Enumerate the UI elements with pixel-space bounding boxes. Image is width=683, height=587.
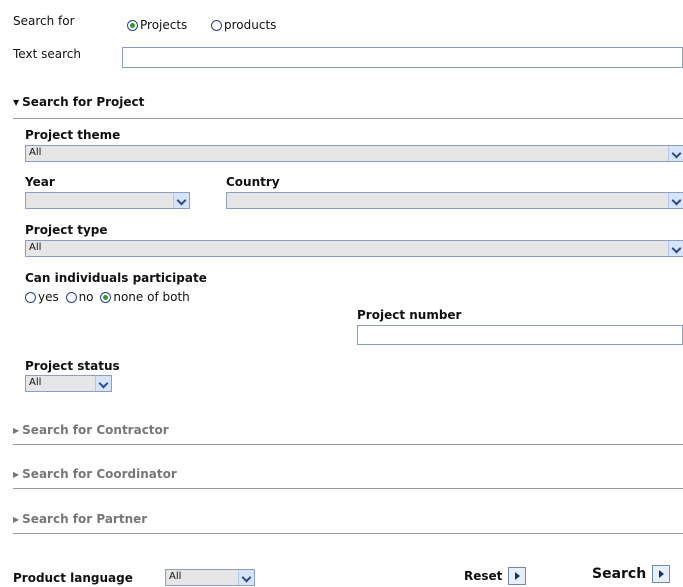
reset-label: Reset — [464, 569, 503, 583]
project-status-value: All — [29, 377, 42, 388]
radio-projects[interactable] — [127, 20, 138, 31]
section-title-coordinator: Search for Coordinator — [22, 467, 177, 481]
section-title-project: Search for Project — [22, 95, 145, 109]
section-header-project[interactable]: ▼ Search for Project — [13, 95, 144, 109]
project-status-label: Project status — [25, 359, 120, 373]
radio-yes[interactable] — [25, 292, 36, 303]
search-for-projects-option[interactable]: Projects — [127, 18, 187, 32]
year-label: Year — [25, 175, 55, 189]
triangle-right-icon: ▶ — [13, 515, 20, 524]
divider — [13, 444, 683, 445]
project-status-select[interactable]: All — [25, 375, 112, 392]
chevron-down-icon[interactable] — [95, 376, 111, 391]
project-type-value: All — [29, 242, 42, 253]
product-language-select[interactable]: All — [165, 569, 255, 586]
participate-no-label: no — [78, 290, 94, 304]
triangle-right-icon: ▶ — [13, 470, 20, 479]
section-title-contractor: Search for Contractor — [22, 423, 169, 437]
search-button[interactable]: Search — [592, 565, 671, 583]
participate-none-label: none of both — [113, 290, 190, 304]
project-type-select[interactable]: All — [25, 240, 683, 257]
search-label: Search — [592, 566, 647, 582]
radio-no[interactable] — [65, 292, 77, 303]
section-title-partner: Search for Partner — [22, 512, 148, 526]
section-header-contractor[interactable]: ▶ Search for Contractor — [13, 423, 169, 437]
country-label: Country — [226, 175, 280, 189]
text-search-input[interactable] — [122, 47, 683, 68]
chevron-down-icon[interactable] — [668, 146, 683, 161]
projects-option-label: Projects — [140, 18, 188, 32]
project-number-label: Project number — [357, 308, 462, 322]
project-number-input[interactable] — [357, 325, 683, 345]
participate-option-no[interactable]: no — [65, 290, 94, 304]
search-for-products-option[interactable]: products — [211, 18, 276, 32]
divider — [13, 488, 683, 489]
project-theme-value: All — [29, 147, 42, 158]
project-theme-label: Project theme — [25, 128, 121, 142]
chevron-down-icon[interactable] — [173, 193, 189, 208]
chevron-down-icon[interactable] — [668, 241, 683, 256]
divider — [13, 118, 683, 119]
text-search-label: Text search — [13, 47, 81, 61]
participate-label: Can individuals participate — [25, 271, 207, 285]
country-select[interactable] — [226, 192, 683, 209]
project-theme-select[interactable]: All — [25, 145, 683, 162]
play-arrow-icon[interactable] — [508, 567, 527, 585]
participate-option-yes[interactable]: yes — [25, 290, 59, 304]
divider — [13, 533, 683, 534]
reset-button[interactable]: Reset — [464, 567, 527, 585]
participate-option-none[interactable]: none of both — [100, 290, 190, 304]
triangle-right-icon: ▶ — [13, 426, 20, 435]
product-language-label: Product language — [13, 571, 133, 585]
search-for-label: Search for — [13, 14, 75, 28]
year-select[interactable] — [25, 192, 190, 209]
products-option-label: products — [224, 18, 277, 32]
play-arrow-icon[interactable] — [652, 565, 671, 583]
participate-yes-label: yes — [38, 290, 59, 304]
participate-options: yes no none of both — [25, 290, 190, 304]
section-header-partner[interactable]: ▶ Search for Partner — [13, 512, 147, 526]
product-language-value: All — [169, 571, 182, 582]
chevron-down-icon[interactable] — [238, 570, 254, 585]
triangle-down-icon: ▼ — [13, 98, 20, 107]
project-type-label: Project type — [25, 223, 108, 237]
radio-none-of-both[interactable] — [100, 292, 112, 303]
radio-products[interactable] — [211, 20, 222, 31]
section-header-coordinator[interactable]: ▶ Search for Coordinator — [13, 467, 177, 481]
chevron-down-icon[interactable] — [668, 193, 683, 208]
